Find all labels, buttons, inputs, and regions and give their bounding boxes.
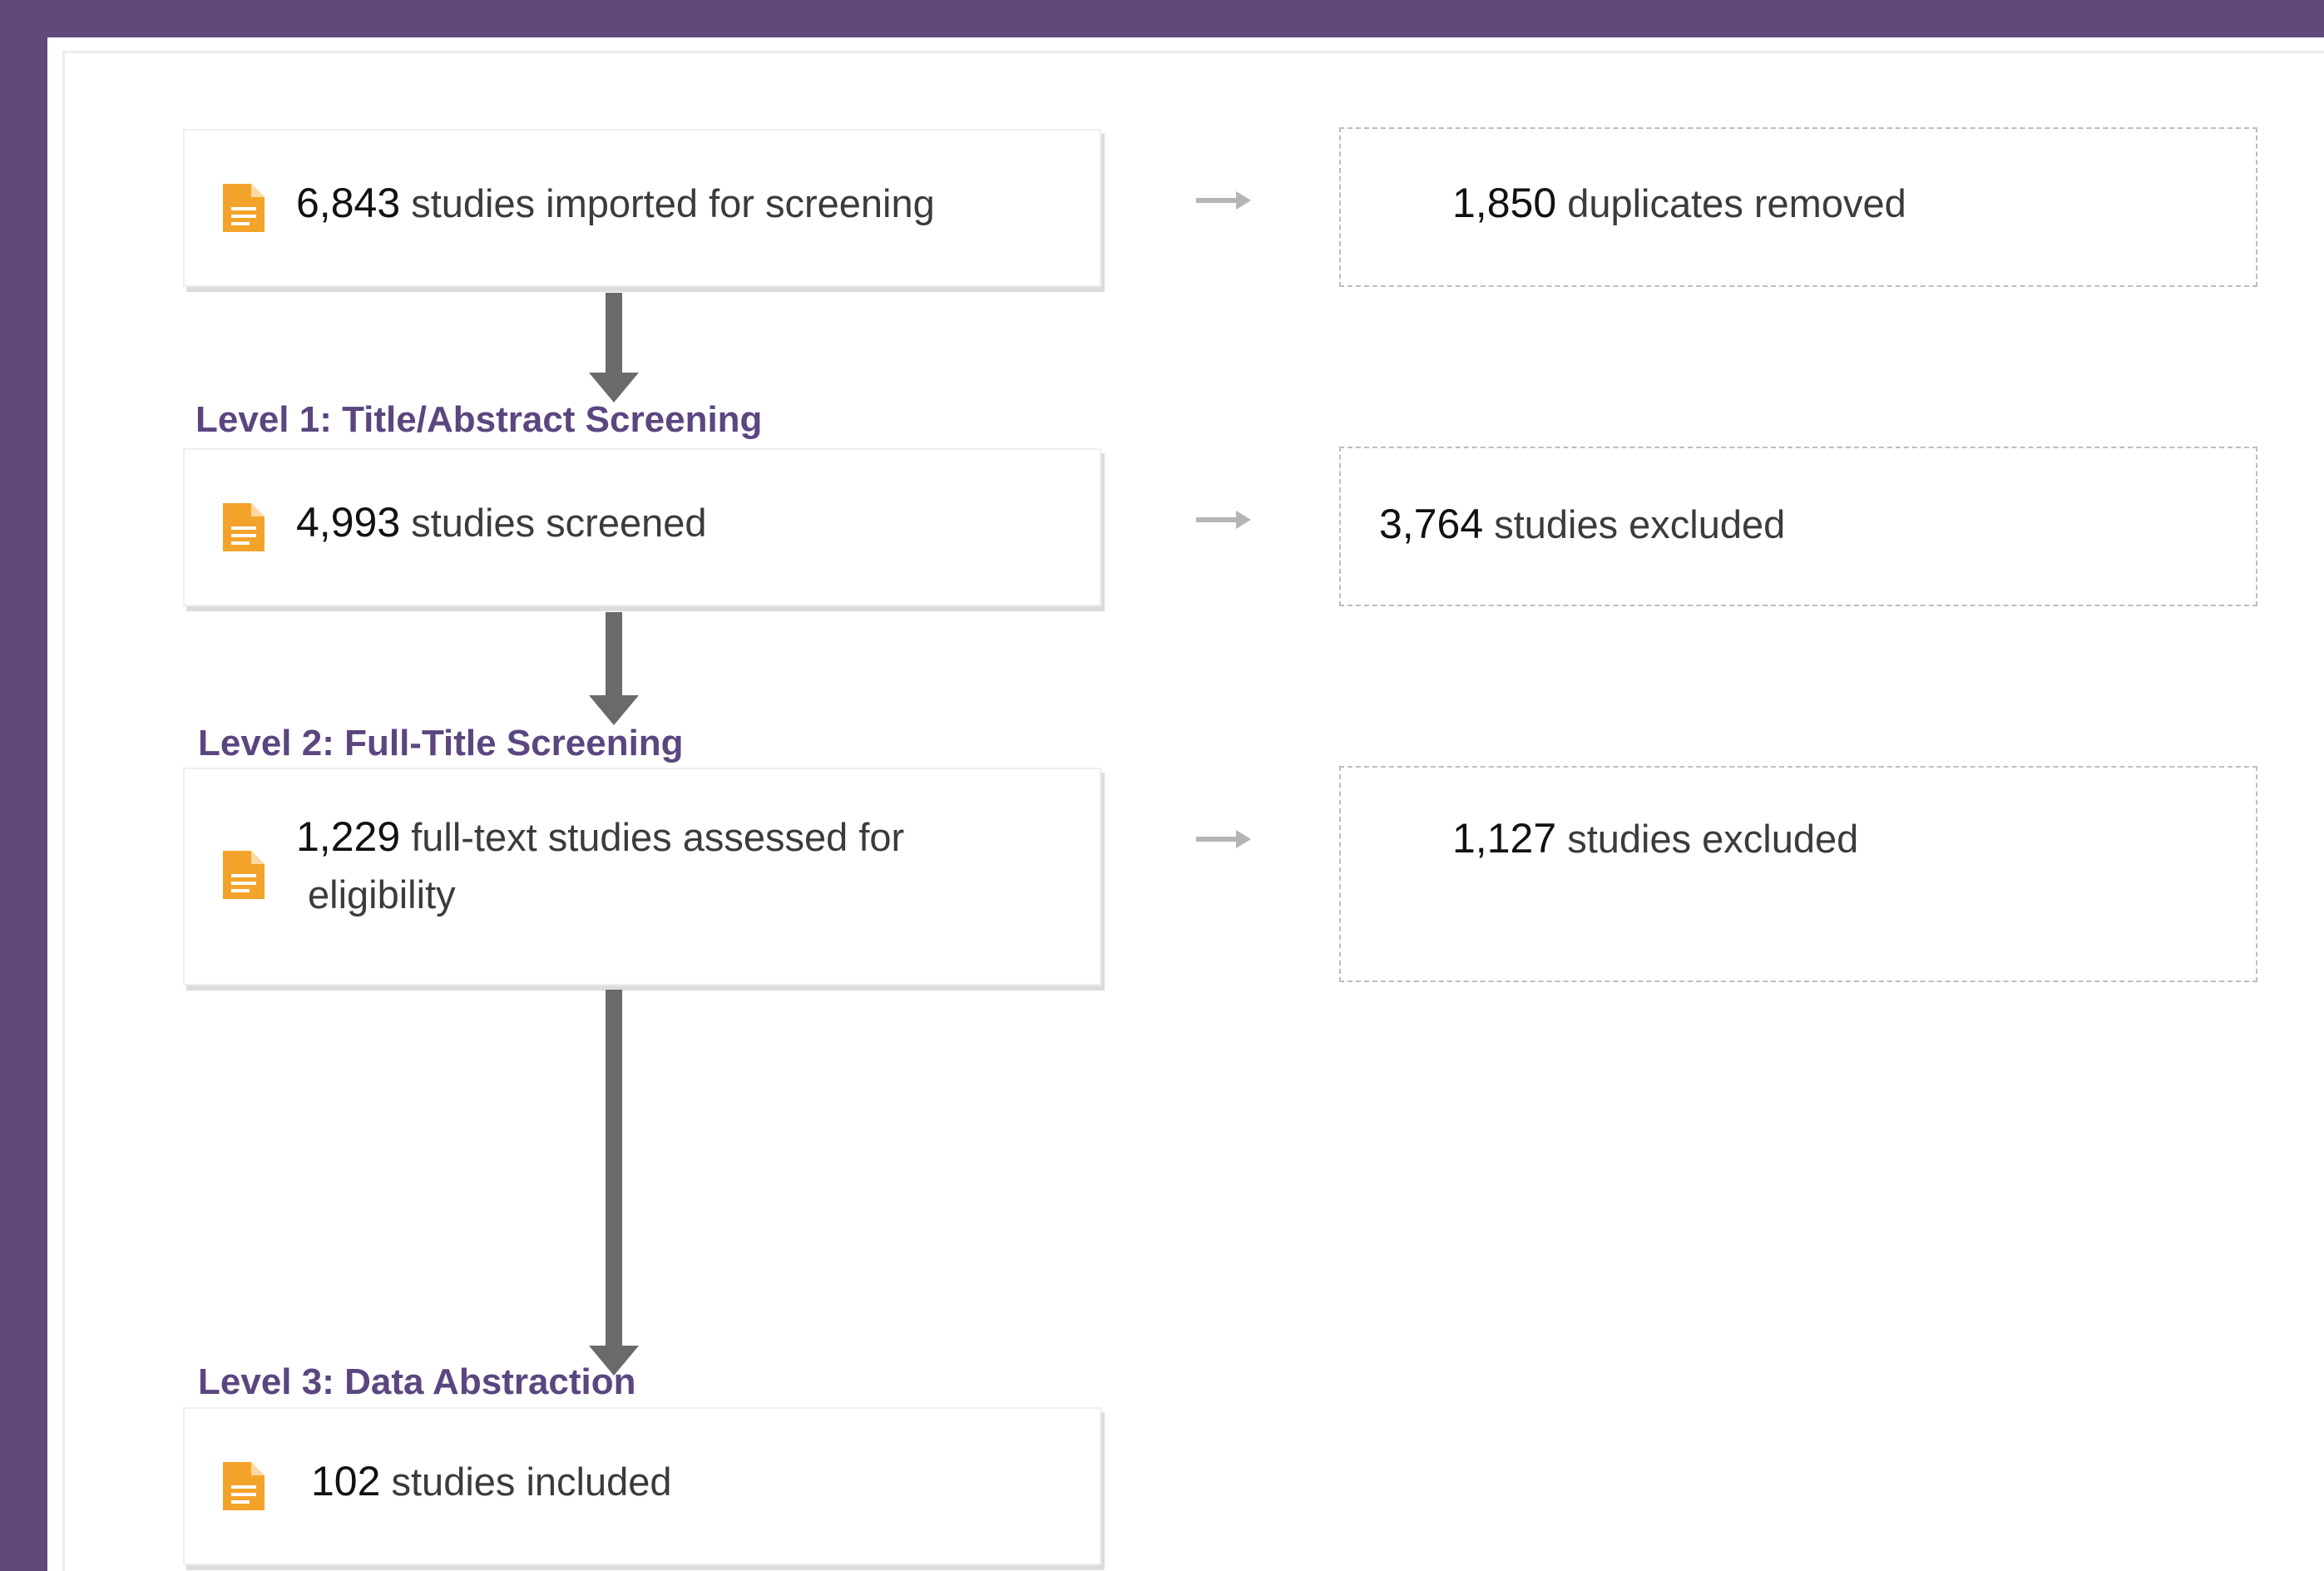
exclusion-box-level1: 3,764 studies excluded [1339,447,2257,606]
exclusion-count: 1,850 [1452,180,1557,226]
stage-label-line2: eligibility [308,872,456,916]
level-1-label: Level 1: Title/Abstract Screening [195,399,763,440]
stage-label: studies imported for screening [411,181,935,225]
document-icon [223,503,265,551]
document-icon [223,184,265,232]
right-arrow-icon [1196,191,1251,210]
stage-count: 6,843 [296,180,401,226]
flow-arrow-head [589,373,639,403]
stage-label: studies screened [411,501,707,545]
exclusion-label: studies excluded [1494,502,1786,546]
exclusion-count: 3,764 [1379,501,1484,547]
stage-box-imported: 6,843 studies imported for screening [183,129,1101,287]
right-arrow-icon [1196,830,1251,848]
stage-text: 4,993 studies screened [296,493,707,552]
stage-text: 102 studies included [311,1452,672,1511]
exclusion-text: 3,764 studies excluded [1379,495,1785,554]
stage-text: 1,229 full-text studies assessed for [296,808,904,867]
stage-label-line1: full-text studies assessed for [411,815,905,859]
flow-arrow-shaft [606,612,622,695]
stage-count: 4,993 [296,499,401,546]
exclusion-text: 1,127 studies excluded [1452,809,1858,868]
exclusion-box-level2: 1,127 studies excluded [1339,766,2257,982]
flow-arrow-shaft [606,293,622,373]
exclusion-box-duplicates: 1,850 duplicates removed [1339,127,2257,287]
stage-box-assessed: 1,229 full-text studies assessed for eli… [183,768,1101,986]
stage-box-included: 102 studies included [183,1407,1101,1565]
flow-arrow-shaft [606,990,622,1346]
stage-count: 1,229 [296,813,401,860]
stage-text: 6,843 studies imported for screening [296,174,935,233]
exclusion-count: 1,127 [1452,815,1557,862]
document-icon [223,1462,265,1510]
stage-box-screened: 4,993 studies screened [183,448,1101,606]
exclusion-text: 1,850 duplicates removed [1452,174,1906,233]
flow-arrow-head [589,695,639,725]
stage-count: 102 [311,1458,381,1504]
level-3-label: Level 3: Data Abstraction [198,1361,636,1402]
document-icon [223,851,265,899]
right-arrow-icon [1196,511,1251,529]
stage-label: studies included [391,1460,672,1504]
exclusion-label: studies excluded [1567,817,1859,861]
exclusion-label: duplicates removed [1567,181,1906,225]
level-2-label: Level 2: Full-Title Screening [198,723,684,763]
